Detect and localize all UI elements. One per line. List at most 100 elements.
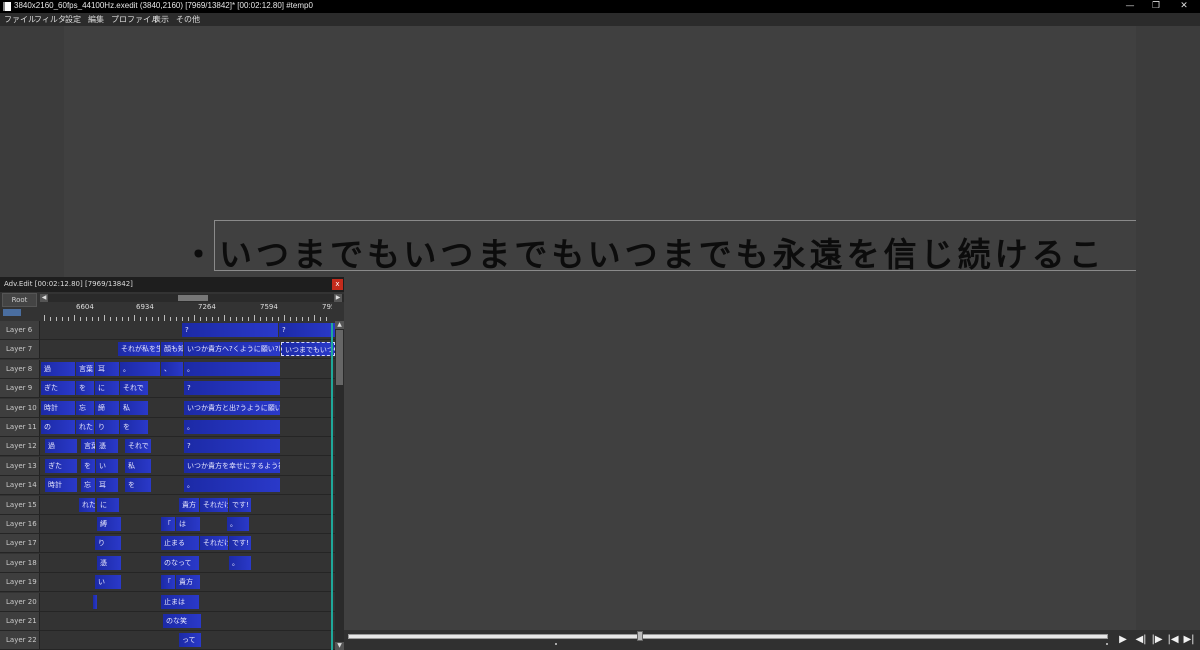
maximize-button[interactable]: ❐ <box>1142 0 1170 13</box>
timeline-clip[interactable]: のな笑 <box>163 614 201 628</box>
prev-frame-button[interactable]: ◀| <box>1134 633 1148 646</box>
timeline-clip[interactable]: 言葉 <box>81 439 95 454</box>
timeline-clip[interactable]: いつか貴方へ?くように願い?けるこ <box>184 342 280 357</box>
layer-label[interactable]: Layer 21 <box>0 612 40 630</box>
timeline-clip[interactable]: それが私を生 <box>118 342 160 357</box>
timeline-clip[interactable]: 。 <box>184 361 280 376</box>
layer-track[interactable]: 時計忘締私 いつか貴方と出?うように願い?けるこ <box>41 398 335 417</box>
timeline-clip[interactable]: 。 <box>184 420 280 434</box>
layer-track[interactable]: って <box>41 631 335 650</box>
timeline-clip[interactable]: に <box>97 497 119 512</box>
timeline-clip[interactable]: です! <box>229 497 251 512</box>
timeline-clip[interactable]: って <box>179 633 201 648</box>
vertical-scrollbar[interactable]: ▲ ▼ <box>335 321 344 650</box>
timeline-clip[interactable]: 「 <box>161 575 175 590</box>
layer-label[interactable]: Layer 20 <box>0 592 40 611</box>
timeline-clip[interactable]: いつまでもいつまで <box>281 342 335 357</box>
timeline-clip[interactable]: いつか貴方と出?うように願い?けるこ <box>184 400 280 415</box>
timeline-clip[interactable]: 。 <box>120 361 160 376</box>
menu-settings[interactable]: 設定 <box>65 14 81 25</box>
timeline-clip[interactable]: れた <box>76 420 94 434</box>
layer-track[interactable]: り 止まる それだけ です! <box>41 534 335 553</box>
play-button[interactable]: ▶ <box>1116 633 1130 646</box>
timeline-clip[interactable]: 忘 <box>81 478 95 493</box>
layer-label[interactable]: Layer 19 <box>0 573 40 592</box>
layer-track[interactable]: 止まは <box>41 592 335 611</box>
layer-label[interactable]: Layer 15 <box>0 495 40 514</box>
timeline-clip[interactable]: ? <box>182 323 278 337</box>
timeline-clip[interactable]: それで <box>125 439 151 454</box>
timeline-clip[interactable]: 憑 <box>97 555 121 570</box>
layer-label[interactable]: Layer 8 <box>0 359 40 378</box>
timeline-clip[interactable]: 、 <box>161 361 183 376</box>
horizontal-scrollbar[interactable]: ◀ ▶ <box>40 294 344 302</box>
layer-track[interactable]: 憑 のなって 。 <box>41 553 335 572</box>
layer-label[interactable]: Layer 10 <box>0 398 40 417</box>
timeline-clip[interactable]: ぎた <box>41 381 75 396</box>
menu-filter[interactable]: フィルタ <box>34 14 66 25</box>
timeline-clip[interactable]: 締 <box>95 400 119 415</box>
timeline-clip[interactable]: 止まる <box>161 536 199 551</box>
timeline-clip[interactable]: 。 <box>184 478 280 493</box>
layer-track[interactable]: ?? <box>41 321 335 339</box>
layer-label[interactable]: Layer 13 <box>0 456 40 475</box>
scroll-down-icon[interactable]: ▼ <box>335 642 344 650</box>
timeline-clip[interactable]: ? <box>279 323 335 337</box>
timeline-clip[interactable]: ? <box>184 381 280 396</box>
timeline-clip[interactable]: は <box>176 517 200 531</box>
layer-label[interactable]: Layer 22 <box>0 631 40 650</box>
scroll-right-icon[interactable]: ▶ <box>334 294 342 302</box>
layer-label[interactable]: Layer 18 <box>0 553 40 572</box>
timeline-clip[interactable]: いつか貴方を幸せにするよう祈り <box>184 458 280 473</box>
timeline-clip[interactable]: 私 <box>125 458 151 473</box>
close-window-button[interactable]: ✕ <box>1170 0 1198 13</box>
layer-track[interactable]: 過言葉耳。、。 <box>41 359 335 378</box>
layer-label[interactable]: Layer 12 <box>0 437 40 456</box>
timeline-clip[interactable]: 顔も知 <box>161 342 183 357</box>
time-ruler[interactable]: 6604 6934 7264 7594 795 <box>40 303 332 321</box>
layer-track[interactable]: ぎたをい私 いつか貴方を幸せにするよう祈り <box>41 456 335 475</box>
first-frame-button[interactable]: |◀ <box>1166 633 1180 646</box>
menu-edit[interactable]: 編集 <box>88 14 104 25</box>
timeline-clip[interactable]: 耳 <box>96 478 118 493</box>
root-button[interactable]: Root <box>2 293 37 307</box>
timeline-clip[interactable]: れた <box>79 497 95 512</box>
layer-track[interactable]: い 「貴方 <box>41 573 335 592</box>
layer-label[interactable]: Layer 6 <box>0 321 40 339</box>
timeline-clip[interactable]: を <box>125 478 151 493</box>
timeline-clip[interactable]: り <box>95 420 119 434</box>
layer-track[interactable]: れたに 貴方 それだけ です! <box>41 495 335 514</box>
timeline-clip[interactable]: 過 <box>45 439 77 454</box>
timeline-clip[interactable]: 「 <box>161 517 175 531</box>
zoom-indicator[interactable] <box>3 309 21 316</box>
timeline-clip[interactable]: です! <box>229 536 251 551</box>
layer-track[interactable]: のれたりを 。 <box>41 418 335 436</box>
timeline-clip[interactable]: ぎた <box>45 458 77 473</box>
timeline-clip[interactable]: ? <box>184 439 280 454</box>
layer-track[interactable]: 過言葉憑それで? <box>41 437 335 456</box>
timeline-clip[interactable]: 。 <box>227 517 249 531</box>
layer-label[interactable]: Layer 14 <box>0 476 40 495</box>
timeline-clip[interactable]: り <box>95 536 121 551</box>
timeline-clip[interactable]: それで <box>120 381 148 396</box>
layer-track[interactable]: 時計忘耳を 。 <box>41 476 335 495</box>
layer-label[interactable]: Layer 16 <box>0 515 40 533</box>
menu-profile[interactable]: プロファイル <box>111 14 159 25</box>
timeline-clip[interactable]: 憑 <box>96 439 118 454</box>
layer-label[interactable]: Layer 11 <box>0 418 40 436</box>
timeline-clip[interactable]: の <box>41 420 75 434</box>
timeline-clip[interactable]: 止まは <box>161 594 199 609</box>
seek-knob[interactable] <box>637 631 643 641</box>
layer-track[interactable]: 縛 「は 。 <box>41 515 335 533</box>
timeline-clip[interactable]: 貴方 <box>179 497 199 512</box>
timeline-close-button[interactable]: x <box>332 279 343 290</box>
timeline-clip[interactable]: を <box>76 381 94 396</box>
minimize-button[interactable]: — <box>1116 0 1144 13</box>
layer-label[interactable]: Layer 7 <box>0 340 40 359</box>
menu-other[interactable]: その他 <box>176 14 200 25</box>
timeline-clip[interactable]: のなって <box>161 555 199 570</box>
timeline-clip[interactable]: 縛 <box>97 517 121 531</box>
timeline-clip[interactable]: 過 <box>41 361 75 376</box>
timeline-clip[interactable]: に <box>95 381 119 396</box>
horizontal-scroll-thumb[interactable] <box>178 295 208 301</box>
